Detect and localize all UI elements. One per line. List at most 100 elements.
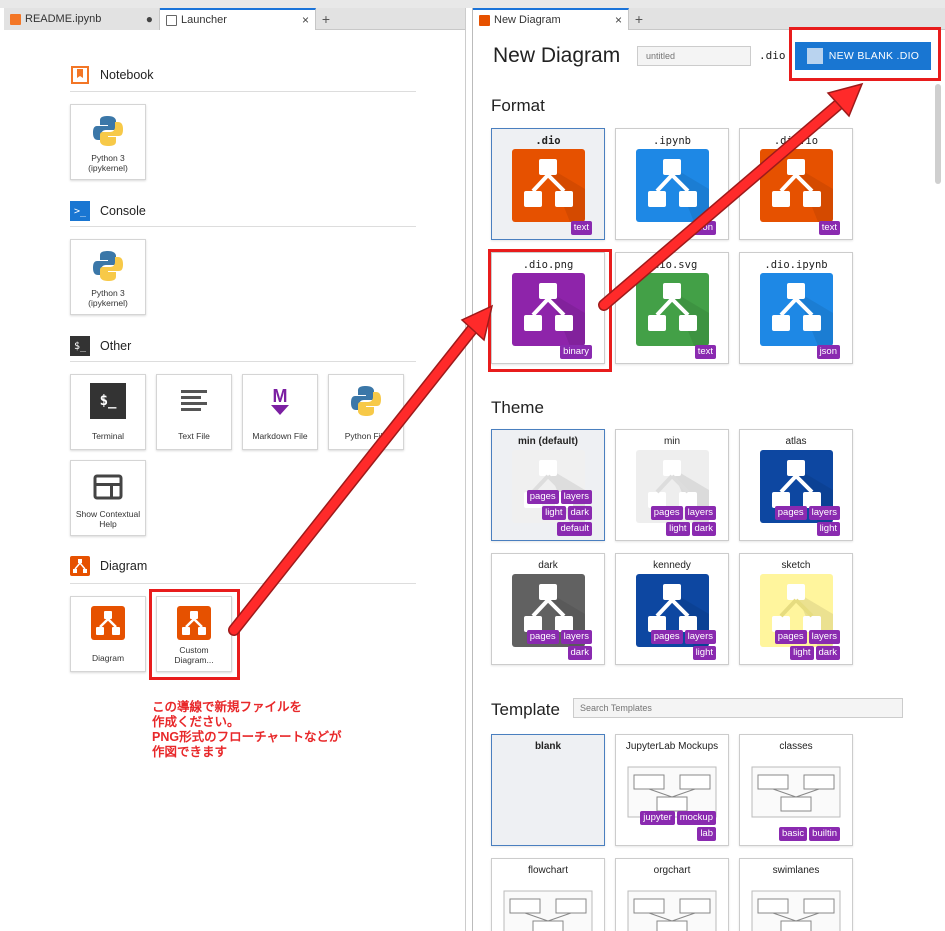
- format-card[interactable]: .dio.svg text: [615, 252, 729, 364]
- tag-badge: lab: [697, 827, 716, 841]
- theme-card[interactable]: min (default) pages layers light dark default: [491, 429, 605, 541]
- card-label: .ipynb: [653, 135, 691, 147]
- format-card[interactable]: .ipynb json: [615, 128, 729, 240]
- badge-row: json: [816, 345, 840, 359]
- card-label: kennedy: [653, 560, 691, 571]
- unsaved-dot-icon[interactable]: ●: [146, 12, 153, 26]
- card-label: sketch: [781, 560, 811, 571]
- badge-group: pages layers light dark: [774, 630, 840, 660]
- launcher-card-diagram[interactable]: Diagram: [70, 596, 146, 672]
- tag-badge: dark: [691, 522, 716, 536]
- terminal-icon: $_: [90, 383, 126, 419]
- tag-badge: pages: [526, 630, 559, 644]
- annotation-line: PNG形式のフローチャートなどが: [152, 730, 342, 744]
- launcher-card-python-file[interactable]: Python File: [328, 374, 404, 450]
- tag-badge: light: [666, 522, 690, 536]
- tab-launcher[interactable]: Launcher ×: [160, 8, 316, 30]
- launcher-card-python-console[interactable]: Python 3 (ipykernel): [70, 239, 146, 315]
- section-title: Other: [100, 339, 132, 353]
- tab-label: Launcher: [181, 14, 227, 26]
- diagram-preview-icon: [636, 273, 709, 346]
- card-label: min (default): [518, 436, 578, 447]
- template-search-input[interactable]: [573, 698, 903, 718]
- add-tab-button[interactable]: +: [629, 8, 649, 30]
- tag-badge: default: [557, 522, 592, 536]
- scrollbar[interactable]: [935, 84, 941, 184]
- tag-badge: layers: [684, 506, 716, 520]
- launcher-card-terminal[interactable]: $_ Terminal: [70, 374, 146, 450]
- tag-badge: layers: [560, 490, 592, 504]
- diagram-icon: [479, 14, 490, 26]
- badge-row: light dark: [542, 506, 592, 520]
- template-card[interactable]: blank: [491, 734, 605, 846]
- tag-badge: light: [692, 646, 716, 660]
- format-card[interactable]: .dio.io text: [739, 128, 853, 240]
- template-heading: Template: [491, 700, 560, 719]
- section-divider: [70, 583, 416, 584]
- tab-readme[interactable]: README.ipynb ●: [4, 8, 160, 30]
- card-label: Show Contextual Help: [75, 509, 141, 529]
- notebook-section-icon: [70, 65, 90, 85]
- theme-card[interactable]: dark pages layers dark: [491, 553, 605, 665]
- theme-card[interactable]: min pages layers light dark: [615, 429, 729, 541]
- contextual-help-icon: [90, 469, 126, 505]
- badge-group: text: [570, 221, 592, 235]
- format-card[interactable]: .dio text: [491, 128, 605, 240]
- page-title: New Diagram: [493, 44, 621, 67]
- launcher-card-text-file[interactable]: Text File: [156, 374, 232, 450]
- badge-row: light: [816, 522, 840, 536]
- tag-badge: text: [570, 221, 592, 235]
- filename-input[interactable]: [637, 46, 751, 66]
- app-window: README.ipynb ● Launcher × + Notebook Pyt…: [0, 0, 945, 931]
- section-title: Notebook: [100, 68, 154, 82]
- tag-badge: dark: [567, 506, 592, 520]
- format-card[interactable]: .dio.ipynb json: [739, 252, 853, 364]
- close-icon[interactable]: ×: [615, 13, 622, 27]
- card-label: min: [663, 436, 681, 447]
- template-card[interactable]: JupyterLab Mockups jupyter mockup lab: [615, 734, 729, 846]
- card-label: .dio.io: [773, 135, 819, 147]
- badge-group: text: [694, 345, 716, 359]
- theme-card[interactable]: atlas pages layers light: [739, 429, 853, 541]
- card-label: swimlanes: [772, 865, 820, 876]
- other-section-icon: $_: [70, 336, 90, 356]
- badge-row: text: [570, 221, 592, 235]
- theme-card[interactable]: kennedy pages layers light: [615, 553, 729, 665]
- tag-badge: light: [816, 522, 840, 536]
- card-label: Python File: [344, 431, 388, 441]
- template-card[interactable]: swimlanes: [739, 858, 853, 931]
- launcher-card-contextual-help[interactable]: Show Contextual Help: [70, 460, 146, 536]
- tag-badge: dark: [815, 646, 840, 660]
- diagram-preview-icon: [760, 273, 833, 346]
- section-divider: [70, 91, 416, 92]
- card-label: Python 3 (ipykernel): [88, 153, 128, 173]
- highlight-box-new-button: [789, 27, 941, 81]
- text-file-icon: [176, 383, 212, 419]
- annotation-line: この導線で新規ファイルを: [152, 700, 303, 714]
- badge-row: pages layers: [526, 630, 592, 644]
- card-label: Terminal: [91, 431, 125, 441]
- card-label: JupyterLab Mockups: [625, 741, 719, 752]
- tag-badge: pages: [526, 490, 559, 504]
- notebook-icon: [10, 13, 21, 25]
- template-card[interactable]: classes basic builtin: [739, 734, 853, 846]
- badge-row: light: [692, 646, 716, 660]
- tag-badge: pages: [774, 506, 807, 520]
- badge-row: text: [694, 345, 716, 359]
- theme-card[interactable]: sketch pages layers light dark: [739, 553, 853, 665]
- card-label: Text File: [178, 431, 210, 441]
- tag-badge: pages: [650, 630, 683, 644]
- diagram-preview-icon: [512, 149, 585, 222]
- template-card[interactable]: orgchart: [615, 858, 729, 931]
- badge-row: lab: [697, 827, 716, 841]
- tag-badge: jupyter: [640, 811, 675, 825]
- launcher-card-python-notebook[interactable]: Python 3 (ipykernel): [70, 104, 146, 180]
- launcher-card-markdown-file[interactable]: M Markdown File: [242, 374, 318, 450]
- template-card[interactable]: flowchart: [491, 858, 605, 931]
- tag-badge: pages: [774, 630, 807, 644]
- close-icon[interactable]: ×: [302, 13, 309, 27]
- tab-new-diagram[interactable]: New Diagram ×: [473, 8, 629, 30]
- left-tab-bar: README.ipynb ● Launcher × +: [4, 8, 465, 30]
- badge-row: light dark: [790, 646, 840, 660]
- add-tab-button[interactable]: +: [316, 8, 336, 30]
